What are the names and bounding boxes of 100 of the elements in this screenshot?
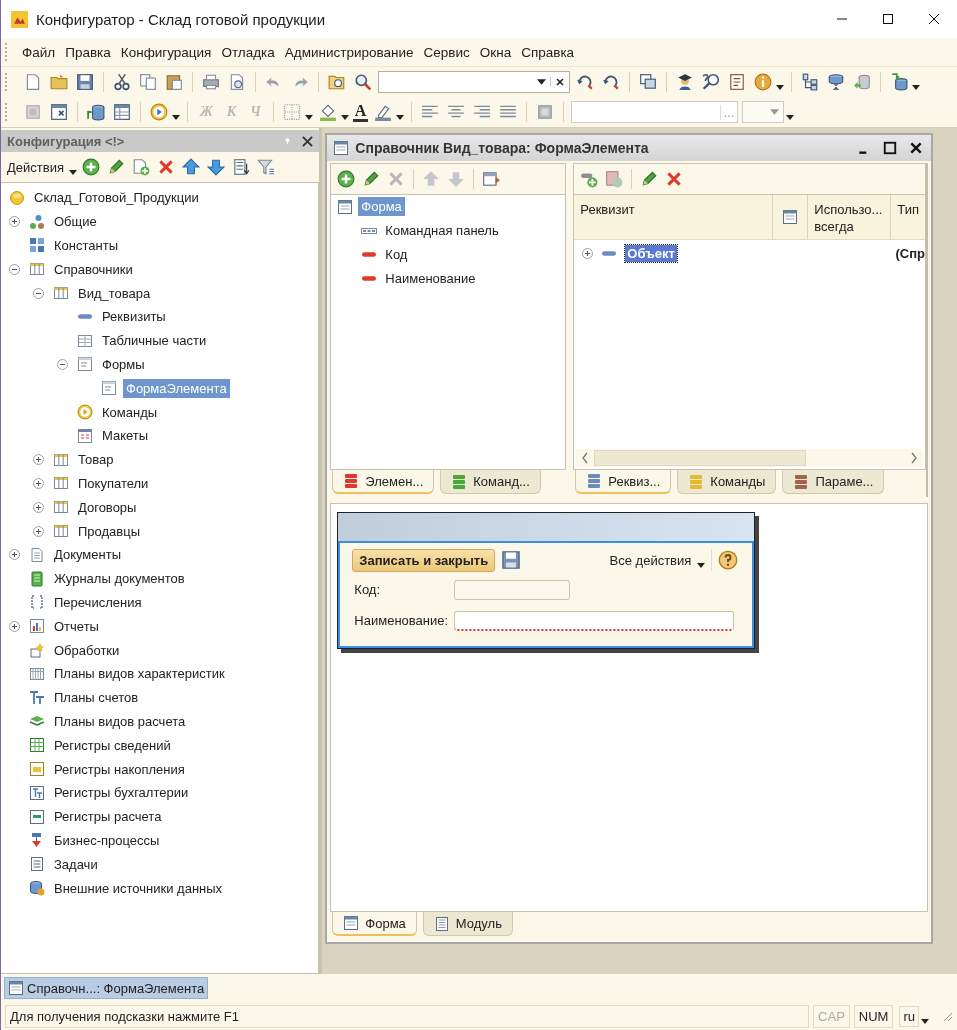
tree-item[interactable]: Документы <box>51 545 124 565</box>
tree-item[interactable]: Покупатели <box>75 473 152 493</box>
language-menu[interactable]: ru <box>899 1005 919 1027</box>
tab[interactable]: Команды <box>677 470 777 494</box>
caret-icon[interactable] <box>697 562 706 568</box>
size-field[interactable] <box>742 101 785 123</box>
scrollbar[interactable] <box>576 449 923 467</box>
tree-item[interactable]: Продавцы <box>75 521 144 541</box>
tree-item[interactable]: Вид_товара <box>75 283 154 303</box>
input-field[interactable] <box>454 579 571 600</box>
tree-item[interactable]: Склад_Готовой_Продукции <box>31 188 202 208</box>
tree-item[interactable]: Товар <box>75 450 117 470</box>
expand-icon[interactable] <box>33 501 44 513</box>
save-icon[interactable] <box>501 550 522 570</box>
form-icon[interactable] <box>48 101 70 123</box>
actions-menu[interactable]: Действия <box>5 159 68 175</box>
stack-icon <box>688 473 705 490</box>
font-color-button[interactable]: A <box>352 102 369 122</box>
tree-item[interactable]: Бизнес-процессы <box>51 830 163 850</box>
tree-item[interactable]: Задачи <box>51 854 101 874</box>
collapse-icon[interactable] <box>9 263 20 275</box>
menu-item[interactable]: Справка <box>517 42 579 62</box>
expand-icon[interactable] <box>9 620 20 632</box>
caret-icon[interactable] <box>340 114 349 120</box>
menu-item[interactable]: Отладка <box>217 42 279 62</box>
blocks-icon <box>29 237 45 254</box>
collapse-icon[interactable] <box>33 287 44 299</box>
caret-icon[interactable] <box>172 114 180 120</box>
menu-item[interactable]: Правка <box>61 42 115 62</box>
sphere-icon <box>9 189 25 206</box>
tree-item[interactable]: Реквизиты <box>99 307 169 327</box>
tree-item[interactable]: Регистры сведений <box>51 735 174 755</box>
tree-item[interactable]: Отчеты <box>51 616 102 636</box>
tree-item[interactable]: Договоры <box>75 497 140 517</box>
caret-icon[interactable] <box>786 114 795 120</box>
tree-item[interactable]: Наименование <box>382 268 479 288</box>
close-icon[interactable] <box>909 141 923 155</box>
table-cell[interactable]: Объект <box>625 244 677 262</box>
save-icon[interactable] <box>74 71 96 93</box>
close-icon[interactable] <box>302 135 314 147</box>
tab[interactable]: Элемен... <box>332 470 435 494</box>
column-header[interactable]: Использо... всегда <box>808 195 892 239</box>
tree-item[interactable]: Общие <box>51 212 100 232</box>
info-icon[interactable] <box>752 71 774 93</box>
stack-icon <box>793 473 810 490</box>
help-icon[interactable] <box>718 550 739 570</box>
expand-icon[interactable] <box>33 525 44 537</box>
expand-icon[interactable] <box>9 549 20 561</box>
tab[interactable]: Команд... <box>440 470 541 494</box>
tab[interactable]: Реквиз... <box>575 470 672 494</box>
column-header[interactable]: Тип <box>891 195 925 239</box>
menu-item[interactable]: Окна <box>475 42 516 62</box>
tree-item[interactable]: Перечисления <box>51 592 145 612</box>
table-icon[interactable] <box>111 101 133 123</box>
all-actions-menu[interactable]: Все действия <box>607 552 694 568</box>
tab[interactable]: Модуль <box>422 912 513 936</box>
save-close-button[interactable]: Записать и закрыть <box>352 548 496 572</box>
tree-item[interactable]: Регистры накопления <box>51 759 188 779</box>
caret-icon[interactable] <box>68 169 77 175</box>
search-icon[interactable] <box>352 71 374 93</box>
tree-item[interactable]: Внешние источники данных <box>51 878 226 898</box>
caret-icon[interactable] <box>912 84 920 90</box>
tree-item[interactable]: Планы счетов <box>51 688 142 708</box>
expand-icon[interactable] <box>9 216 20 228</box>
tree-item[interactable]: Командная панель <box>382 221 502 241</box>
tree-item[interactable]: Формы <box>99 354 148 374</box>
caret-icon[interactable] <box>304 114 313 120</box>
maximize-icon[interactable] <box>883 141 897 155</box>
search-field[interactable] <box>378 71 570 93</box>
expand-icon[interactable] <box>33 454 44 466</box>
tree-item[interactable]: Код <box>382 245 411 264</box>
syntax-help-icon[interactable] <box>700 71 722 93</box>
tree-item[interactable]: Константы <box>51 236 121 255</box>
menu-item[interactable]: Файл <box>18 42 60 62</box>
tree-item[interactable]: Справочники <box>51 259 136 279</box>
scissors-icon[interactable] <box>111 71 133 93</box>
window-tab[interactable]: Справочн...: ФормаЭлемента <box>4 977 209 999</box>
tree-item[interactable]: Планы видов характеристик <box>51 664 228 684</box>
tree-item[interactable]: Команды <box>99 402 161 422</box>
caret-icon[interactable] <box>776 84 784 90</box>
menu-item[interactable]: Сервис <box>419 42 474 62</box>
expand-icon[interactable] <box>582 247 594 259</box>
tree-item[interactable]: Обработки <box>51 640 123 660</box>
caret-icon[interactable] <box>396 114 405 120</box>
input-field[interactable] <box>454 610 735 631</box>
expand-icon[interactable] <box>33 477 44 489</box>
tree-item[interactable]: Регистры расчета <box>51 807 165 827</box>
tab[interactable]: Форма <box>332 912 417 936</box>
tree-item[interactable]: Планы видов расчета <box>51 711 189 731</box>
tree-item[interactable]: Табличные части <box>99 331 210 351</box>
menu-item[interactable]: Конфигурация <box>116 42 216 62</box>
menu-item[interactable]: Администрирование <box>280 42 418 62</box>
tab[interactable]: Параме... <box>782 470 885 494</box>
column-header[interactable]: Реквизит <box>574 195 774 239</box>
tree-item[interactable]: Журналы документов <box>51 569 188 589</box>
resize-grip-icon[interactable] <box>941 1010 953 1022</box>
tree-item[interactable]: Макеты <box>99 426 152 446</box>
tree-item[interactable]: Регистры бухгалтерии <box>51 783 192 803</box>
collapse-icon[interactable] <box>57 358 68 370</box>
caret-icon[interactable] <box>921 1018 929 1024</box>
